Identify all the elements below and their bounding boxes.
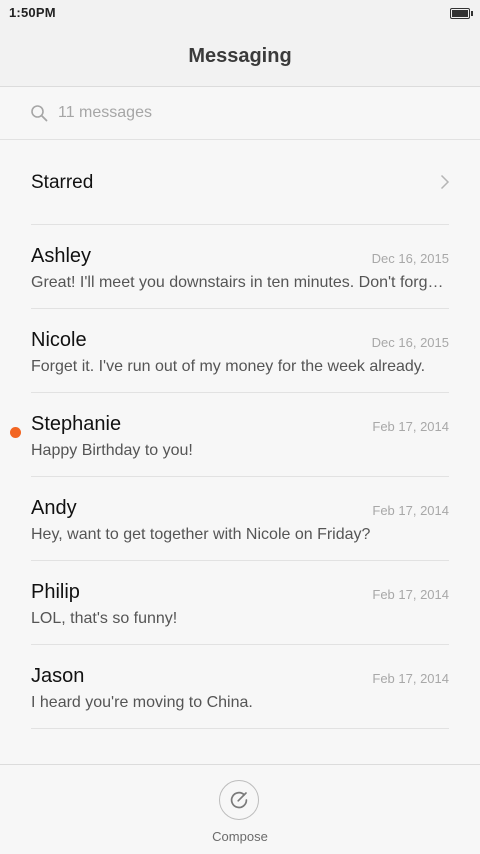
unread-indicator (10, 427, 21, 438)
conversation-name: Philip (31, 581, 80, 603)
title-bar: Messaging (0, 28, 480, 87)
conversation-row[interactable]: Stephanie Feb 17, 2014 Happy Birthday to y… (0, 393, 480, 477)
compose-icon (230, 791, 248, 809)
conversation-name: Nicole (31, 329, 87, 351)
conversation-preview: I heard you're moving to China. (31, 694, 253, 711)
conversation-row[interactable]: Philip Feb 17, 2014 LOL, that's so funny! (0, 561, 480, 645)
compose-button[interactable] (219, 780, 259, 820)
chevron-right-icon (440, 174, 450, 190)
conversation-row[interactable]: Nicole Dec 16, 2015 Forget it. I've run ou… (0, 309, 480, 393)
compose-label: Compose (212, 829, 268, 844)
conversation-preview: Happy Birthday to you! (31, 442, 193, 459)
starred-row[interactable]: Starred (0, 140, 480, 224)
page-title: Messaging (188, 45, 292, 67)
conversation-date: Feb 17, 2014 (372, 419, 449, 434)
conversation-name: Ashley (31, 245, 92, 267)
bottom-bar: Compose (0, 764, 480, 854)
search-bar[interactable]: 11 messages (0, 87, 480, 140)
conversation-date: Feb 17, 2014 (372, 503, 449, 518)
conversation-row[interactable]: Ashley Dec 16, 2015 Great! I'll meet you d… (0, 225, 480, 309)
conversation-date: Feb 17, 2014 (372, 587, 449, 602)
conversation-preview: Great! I'll meet you downstairs in ten m… (31, 274, 449, 291)
battery-full-icon (450, 8, 473, 19)
conversation-preview: LOL, that's so funny! (31, 610, 178, 627)
conversation-row[interactable]: Jason Feb 17, 2014 I heard you're moving t… (0, 645, 480, 729)
search-icon (31, 105, 48, 122)
search-input[interactable]: 11 messages (58, 104, 152, 122)
conversation-date: Dec 16, 2015 (371, 251, 449, 266)
conversation-date: Feb 17, 2014 (372, 671, 449, 686)
status-time: 1:50PM (9, 5, 56, 20)
conversation-date: Dec 16, 2015 (371, 335, 449, 350)
conversation-name: Stephanie (31, 413, 122, 435)
status-bar: 1:50PM (0, 0, 480, 28)
conversation-preview: Hey, want to get together with Nicole on… (31, 526, 371, 543)
conversation-row[interactable]: Andy Feb 17, 2014 Hey, want to get togethe… (0, 477, 480, 561)
conversation-preview: Forget it. I've run out of my money for … (31, 358, 426, 375)
conversation-name: Andy (31, 497, 77, 519)
conversation-name: Jason (31, 665, 85, 687)
divider (31, 728, 449, 729)
starred-label: Starred (31, 172, 94, 193)
